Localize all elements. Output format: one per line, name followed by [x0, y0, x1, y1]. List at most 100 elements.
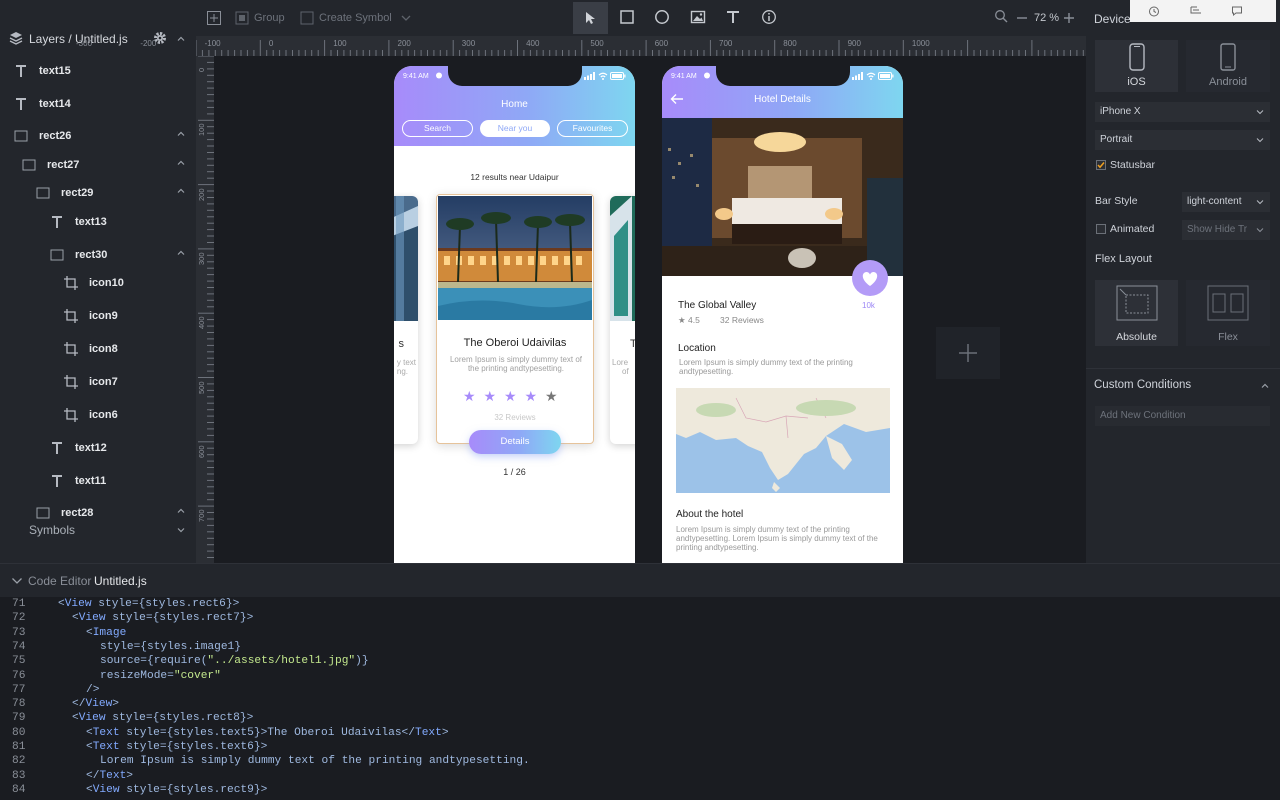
info-icon[interactable]	[761, 9, 777, 27]
device-select[interactable]: iPhone X	[1095, 102, 1270, 122]
chevron-up-icon[interactable]	[176, 34, 186, 44]
code-line[interactable]: 71 <View style={styles.rect6}>	[0, 598, 1280, 612]
line-code: <Text style={styles.text5}>The Oberoi Ud…	[86, 726, 449, 739]
animated-checkbox[interactable]: Animated	[1095, 222, 1175, 236]
tree-icon[interactable]	[1190, 5, 1202, 17]
battery-icon	[610, 72, 626, 80]
details-title: Hotel Details	[754, 94, 811, 105]
chevron-up-icon[interactable]	[176, 158, 186, 168]
details-button[interactable]: Details	[469, 430, 561, 454]
android-phone-icon	[1220, 43, 1236, 71]
line-code: </Text>	[86, 769, 134, 782]
zoom-in-button[interactable]	[1063, 9, 1075, 27]
crop-icon	[64, 375, 78, 389]
flex-layout-label: Flex Layout	[1095, 253, 1152, 265]
bar-style-select[interactable]: light-content	[1182, 192, 1270, 212]
image-tool-icon[interactable]	[690, 9, 706, 27]
zoom-level[interactable]: 72 %	[1034, 9, 1059, 27]
peek-desc-right-2: of	[622, 367, 629, 376]
results-text: 12 results near Udaipur	[470, 172, 559, 182]
statusbar-label: Statusbar	[1110, 159, 1155, 171]
layer-item-text14[interactable]: text14	[0, 88, 196, 121]
create-symbol-button[interactable]: Create Symbol	[300, 9, 416, 27]
code-line[interactable]: 82 Lorem Ipsum is simply dummy text of th…	[0, 755, 1280, 769]
wifi-icon	[598, 72, 608, 80]
layer-item-text12[interactable]: text12	[0, 432, 196, 465]
layer-item-icon8[interactable]: icon8	[0, 333, 196, 366]
code-line[interactable]: 78 </View>	[0, 698, 1280, 712]
text-tool-icon[interactable]	[725, 9, 741, 27]
ios-option[interactable]: iOS	[1095, 40, 1178, 92]
code-editor-file[interactable]: Untitled.js	[94, 574, 147, 588]
code-line[interactable]: 72 <View style={styles.rect7}>	[0, 612, 1280, 626]
text-layer-icon	[14, 64, 28, 78]
layer-item-text11[interactable]: text11	[0, 465, 196, 498]
ruler-tick-label: 1000	[911, 39, 930, 48]
layer-item-icon7[interactable]: icon7	[0, 366, 196, 399]
zoom-out-button[interactable]	[1016, 9, 1028, 27]
line-number: 71	[12, 598, 26, 610]
peek-image-left	[394, 196, 418, 321]
tab-search[interactable]: Search	[402, 120, 473, 137]
hotel-card[interactable]: The Oberoi Udaivilas Lorem Ipsum is simp…	[436, 194, 594, 444]
layers-header[interactable]: Layers / Untitled.js	[0, 24, 196, 52]
code-line[interactable]: 79 <View style={styles.rect8}>	[0, 712, 1280, 726]
show-hide-select[interactable]: Show Hide Tr	[1182, 220, 1270, 240]
code-line[interactable]: 75 source={require("../assets/hotel1.jpg"…	[0, 655, 1280, 669]
tab-near-you[interactable]: Near you	[480, 120, 550, 137]
chevron-up-icon[interactable]	[176, 186, 186, 196]
layer-item-icon9[interactable]: icon9	[0, 300, 196, 333]
chevron-up-icon[interactable]	[176, 506, 186, 516]
ellipse-tool-icon[interactable]	[654, 9, 670, 27]
add-screen-button[interactable]	[936, 327, 1000, 379]
vruler-tick-label: 400	[197, 316, 206, 330]
favorite-button[interactable]	[852, 260, 888, 296]
signal-icon	[852, 72, 864, 80]
chevron-down-icon	[1256, 200, 1264, 205]
orientation-select[interactable]: Portrait	[1095, 130, 1270, 150]
code-line[interactable]: 84 <View style={styles.rect9}>	[0, 784, 1280, 798]
comment-icon[interactable]	[1231, 5, 1243, 17]
vruler-tick-label: 700	[197, 509, 206, 523]
group-button[interactable]: Group	[235, 9, 295, 27]
tab-favourites[interactable]: Favourites	[557, 120, 628, 137]
phone-home[interactable]: 9:41 AM Home Search Near you Favourites …	[394, 66, 635, 563]
flex-layout-option[interactable]: Flex	[1186, 280, 1270, 346]
design-canvas[interactable]: 9:41 AM Home Search Near you Favourites …	[214, 56, 1086, 563]
cursor-icon	[586, 12, 595, 24]
card-peek-right[interactable]: T Lore of	[610, 196, 635, 444]
location-map[interactable]	[676, 388, 890, 493]
code-line[interactable]: 73 <Image	[0, 627, 1280, 641]
layer-item-icon10[interactable]: icon10	[0, 267, 196, 300]
chevron-up-icon[interactable]	[176, 248, 186, 258]
chevron-up-icon[interactable]	[176, 129, 186, 139]
layer-item-icon6[interactable]: icon6	[0, 399, 196, 432]
chevron-down-icon[interactable]	[176, 525, 186, 535]
add-condition-input[interactable]: Add New Condition	[1095, 406, 1270, 426]
code-line[interactable]: 77 />	[0, 684, 1280, 698]
code-line[interactable]: 74 style={styles.image1}	[0, 641, 1280, 655]
rectangle-tool-icon[interactable]	[619, 9, 635, 27]
card-peek-left[interactable]: s y text ng.	[394, 196, 418, 444]
add-frame-icon[interactable]	[206, 9, 222, 27]
chevron-up-icon[interactable]	[1260, 381, 1270, 391]
symbols-section[interactable]: Symbols	[0, 520, 196, 540]
phone-hotel-details[interactable]: 9:41 AM Hotel Details 10k The Global Val…	[662, 66, 903, 563]
code-line[interactable]: 76 resizeMode="cover"	[0, 670, 1280, 684]
statusbar-checkbox[interactable]: Statusbar	[1095, 158, 1195, 172]
code-line[interactable]: 80 <Text style={styles.text5}>The Oberoi …	[0, 727, 1280, 741]
code-line[interactable]: 83 </Text>	[0, 770, 1280, 784]
select-tool[interactable]	[573, 2, 608, 34]
zoom-search-icon[interactable]	[994, 9, 1008, 27]
code-line[interactable]: 81 <Text style={styles.text6}>	[0, 741, 1280, 755]
layer-item-text13[interactable]: text13	[0, 206, 196, 239]
code-editor[interactable]: 71 <View style={styles.rect6}> 72 <View sty…	[0, 597, 1280, 800]
absolute-layout-option[interactable]: Absolute	[1095, 280, 1178, 346]
chevron-down-icon[interactable]	[11, 576, 23, 586]
timer-icon[interactable]	[1148, 5, 1160, 17]
card-description: Lorem Ipsum is simply dummy text of the …	[449, 355, 583, 373]
phone-notch	[716, 66, 850, 86]
layer-item-text15[interactable]: text15	[0, 55, 196, 88]
android-option[interactable]: Android	[1186, 40, 1270, 92]
star-icon: ★	[483, 388, 497, 404]
